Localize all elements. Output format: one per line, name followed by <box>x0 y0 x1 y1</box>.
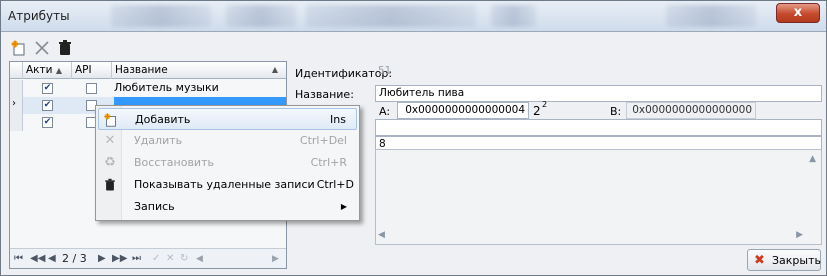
submenu-arrow-icon: ▶ <box>340 202 347 211</box>
grid-header: Акти ▲ API Название ▲ <box>10 62 286 79</box>
attributes-window: Атрибуты x Акти ▲ API Название ▲ ✔ Любит… <box>0 0 827 276</box>
window-close-button[interactable]: x <box>776 3 820 23</box>
blurred-background <box>491 5 536 27</box>
active-checkbox[interactable]: ✔ <box>42 83 53 94</box>
trash-icon[interactable] <box>55 39 75 59</box>
active-checkbox[interactable]: ✔ <box>42 117 53 128</box>
close-button-label: Закрыть <box>772 254 821 267</box>
column-label: API <box>75 64 92 76</box>
menu-item-label: Удалить <box>134 134 183 147</box>
name-cell[interactable]: Любитель музыки <box>114 80 286 97</box>
current-row-arrow-icon: › <box>12 98 16 109</box>
prev-page-icon[interactable]: ◀◀ <box>30 252 45 266</box>
scroll-left-icon[interactable]: ◀ <box>378 230 385 240</box>
menu-item-shortcut: Ctrl+D <box>316 178 354 191</box>
column-label: Название <box>115 64 168 76</box>
title-bar[interactable]: Атрибуты x <box>1 1 826 32</box>
toolbar <box>9 39 109 59</box>
column-header-api[interactable]: API <box>72 62 112 79</box>
column-header-active[interactable]: Акти ▲ <box>23 62 72 79</box>
api-checkbox[interactable] <box>86 83 97 94</box>
close-icon: x <box>793 5 803 20</box>
delete-icon: ✕ <box>104 133 116 148</box>
selector-header <box>10 62 23 79</box>
row-selector-current[interactable]: › <box>10 97 23 114</box>
blurred-background <box>226 5 296 27</box>
a-label: A: <box>379 105 391 118</box>
menu-item-label: Восстановить <box>134 156 214 169</box>
sort-asc-icon: ▲ <box>55 66 62 75</box>
empty-field[interactable] <box>375 119 822 136</box>
sort-asc-icon: ▲ <box>271 65 278 74</box>
b-label: B: <box>610 105 622 118</box>
blurred-background <box>666 5 756 27</box>
column-header-name[interactable]: Название ▲ <box>112 62 286 79</box>
page-indicator: 2 / 3 <box>62 252 87 265</box>
name-field[interactable]: Любитель пива <box>375 85 822 102</box>
window-title: Атрибуты <box>8 9 70 23</box>
add-record-icon[interactable] <box>9 39 29 59</box>
scroll-up-icon[interactable]: ▲ <box>809 154 816 164</box>
power-base: 2 <box>533 104 541 118</box>
menu-item-shortcut: Ctrl+Del <box>299 134 347 147</box>
prev-record-icon[interactable]: ◀ <box>48 252 56 266</box>
menu-item-label: Запись <box>134 200 175 213</box>
scroll-left-icon[interactable]: ◀ <box>196 252 203 266</box>
name-label: Название: <box>295 88 354 101</box>
close-x-icon: ✖ <box>754 253 765 268</box>
grid-navigator: ⏮ ◀◀ ◀ 2 / 3 ▶ ▶▶ ⏭ ✓ ✕ ↻ ◀ ▶ <box>10 248 286 268</box>
trash-icon <box>102 177 118 193</box>
blurred-background <box>306 5 476 27</box>
menu-item-add[interactable]: Добавить Ins <box>98 108 357 130</box>
add-record-icon <box>103 112 119 128</box>
refresh-icon: ↻ <box>180 253 189 264</box>
scroll-right-icon[interactable]: ▶ <box>272 252 279 266</box>
a-field[interactable]: 0x0000000000000004 <box>397 102 529 119</box>
menu-item-record[interactable]: Запись ▶ <box>98 196 357 218</box>
b-field: 0x0000000000000000 <box>626 102 756 119</box>
post-icon: ✓ <box>152 253 161 264</box>
menu-item-shortcut: Ctrl+R <box>310 156 347 169</box>
detail-panel[interactable]: ▲ ◀ ▶ <box>375 149 822 245</box>
blurred-background <box>111 5 211 27</box>
scroll-right-icon[interactable]: ▶ <box>796 230 803 240</box>
next-record-icon[interactable]: ▶ <box>98 252 106 266</box>
menu-item-restore[interactable]: ♻ Восстановить Ctrl+R <box>98 152 357 174</box>
menu-item-show-deleted[interactable]: Показывать удаленные записи Ctrl+D <box>98 174 357 196</box>
active-checkbox[interactable]: ✔ <box>42 100 53 111</box>
close-button[interactable]: ✖ Закрыть <box>747 249 821 271</box>
power-exponent: 2 <box>542 100 548 109</box>
context-menu: Добавить Ins ✕ Удалить Ctrl+Del ♻ Восста… <box>95 105 360 221</box>
table-row[interactable]: ✔ Любитель музыки <box>10 80 286 97</box>
row-selector[interactable] <box>10 114 23 131</box>
last-record-icon[interactable]: ⏭ <box>132 252 141 266</box>
delete-icon[interactable] <box>32 39 52 59</box>
next-page-icon[interactable]: ▶▶ <box>112 252 127 266</box>
menu-item-label: Показывать удаленные записи <box>134 178 315 191</box>
menu-item-delete[interactable]: ✕ Удалить Ctrl+Del <box>98 130 357 152</box>
menu-item-shortcut: Ins <box>330 113 346 126</box>
column-label: Акти <box>26 64 53 76</box>
first-record-icon[interactable]: ⏮ <box>14 252 23 266</box>
menu-item-label: Добавить <box>135 113 191 126</box>
row-selector[interactable] <box>10 80 23 97</box>
id-value: 51 <box>378 65 392 77</box>
cancel-icon: ✕ <box>166 253 175 264</box>
restore-icon: ♻ <box>104 155 116 170</box>
